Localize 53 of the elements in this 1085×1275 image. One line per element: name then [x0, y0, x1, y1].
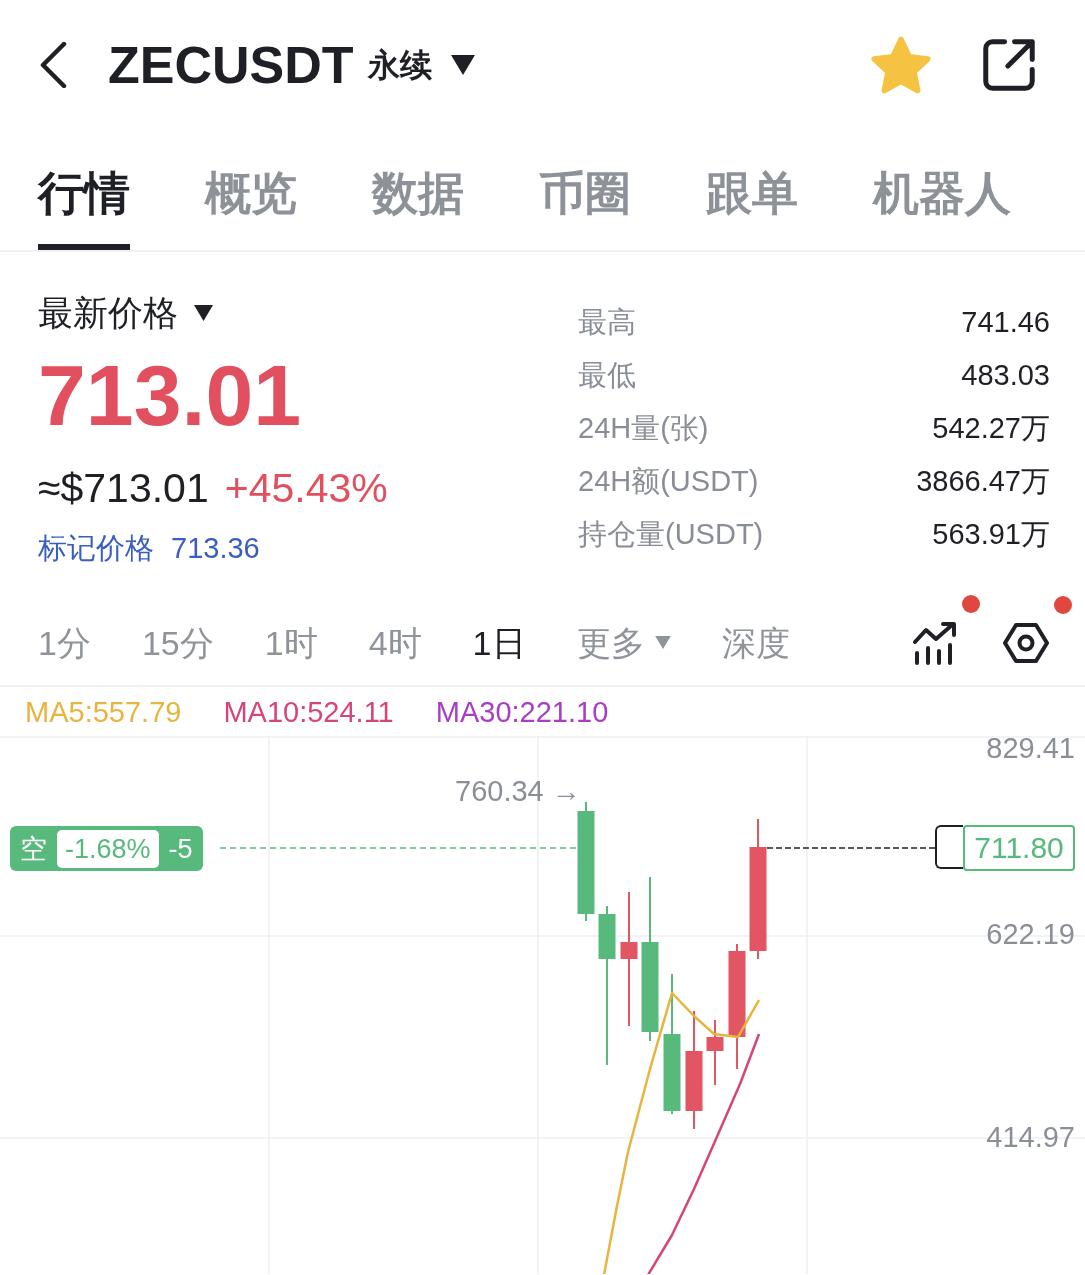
moving-average-label: MA10:524.11: [223, 694, 394, 730]
tab[interactable]: 跟单: [706, 158, 798, 250]
tab[interactable]: 币圈: [539, 158, 631, 250]
timeframe-tab[interactable]: 1分: [38, 620, 91, 665]
moving-average-label: MA5:557.79: [25, 694, 182, 730]
price-change: +45.43%: [224, 464, 388, 513]
last-price-tag: 711.80: [963, 825, 1075, 871]
timeframe-tab[interactable]: 深度: [721, 620, 790, 665]
more-menu[interactable]: 更多: [576, 620, 671, 665]
stat-label: 持仓量(USDT): [578, 516, 764, 552]
usd-price: ≈$713.01: [38, 464, 209, 513]
position-quantity: -5: [168, 832, 193, 865]
star-icon[interactable]: [870, 36, 932, 94]
timeframe-tab[interactable]: 15分: [141, 620, 214, 665]
settings-icon[interactable]: [1002, 621, 1050, 664]
price-marker: [935, 825, 963, 869]
share-icon[interactable]: [983, 39, 1035, 91]
stat-value: 3866.47万: [916, 463, 1050, 499]
pair-title: ZECUSDT: [108, 35, 354, 95]
stat-label: 24H额(USDT): [578, 463, 759, 499]
indicator-chart-icon[interactable]: [912, 620, 958, 665]
caret-icon[interactable]: [194, 305, 213, 321]
tab[interactable]: 机器人: [873, 158, 1011, 250]
stat-value: 542.27万: [932, 410, 1050, 446]
caret-icon[interactable]: [449, 55, 476, 75]
stat-label: 24H量(张): [578, 410, 709, 446]
stat-value: 483.03: [961, 359, 1050, 392]
timeframe-tab[interactable]: 1日: [472, 620, 526, 665]
position-side: 空: [20, 832, 47, 865]
stat-value: 563.91万: [932, 516, 1050, 552]
back-icon[interactable]: [40, 42, 67, 88]
position-tag[interactable]: 空 -1.68% -5: [10, 826, 203, 871]
price-type-label[interactable]: 最新价格: [38, 289, 178, 337]
axis-label: 829.41: [986, 733, 1075, 763]
candle: [706, 1019, 724, 1086]
tab[interactable]: 数据: [372, 158, 464, 250]
axis-label: 622.19: [986, 919, 1075, 949]
moving-average-label: MA30:221.10: [435, 694, 609, 730]
stat-value: 741.46: [961, 306, 1050, 339]
axis-label: 414.97: [986, 1122, 1075, 1152]
timeframe-tab[interactable]: 1时: [264, 620, 318, 665]
caret-icon: [654, 636, 671, 649]
position-pnl: -1.68%: [57, 829, 159, 868]
stat-label: 最低: [578, 357, 636, 393]
tab[interactable]: 行情: [38, 158, 130, 250]
stat-label: 最高: [578, 304, 636, 340]
last-price: 713.01: [38, 346, 302, 445]
mark-price-label: 标记价格: [38, 531, 154, 566]
tab[interactable]: 概览: [205, 158, 297, 250]
mark-price: 713.36: [171, 531, 260, 566]
contract-type: 永续: [367, 46, 432, 85]
high-price-label: 760.34 →: [455, 776, 581, 806]
timeframe-tab[interactable]: 4时: [368, 620, 422, 665]
